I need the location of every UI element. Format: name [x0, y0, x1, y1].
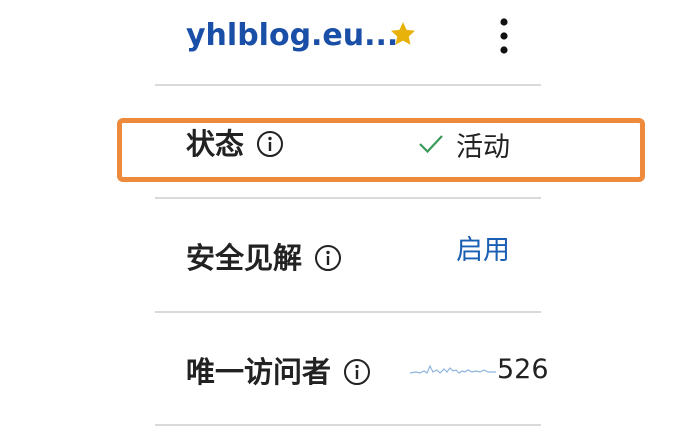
divider [155, 311, 541, 313]
security-insights-enable-link[interactable]: 启用 [456, 231, 510, 271]
divider [155, 84, 541, 86]
site-card: yhlblog.eu... 状态 活动 安全见解 启用 唯一访问者 526 [0, 0, 696, 435]
unique-visitors-label: 唯一访问者 [186, 355, 332, 389]
highlight-box [117, 118, 645, 182]
security-insights-label: 安全见解 [186, 241, 303, 275]
visitors-sparkline [410, 364, 496, 374]
unique-visitors-count: 526 [497, 354, 549, 385]
more-vert-icon[interactable] [492, 14, 516, 58]
info-icon[interactable] [314, 244, 342, 272]
unique-visitors-row-label: 唯一访问者 [186, 352, 371, 392]
star-icon[interactable] [388, 19, 418, 49]
divider [155, 197, 541, 199]
site-title[interactable]: yhlblog.eu... [186, 16, 398, 56]
info-icon[interactable] [343, 358, 371, 386]
divider [155, 424, 541, 426]
security-insights-row-label: 安全见解 [186, 238, 342, 278]
